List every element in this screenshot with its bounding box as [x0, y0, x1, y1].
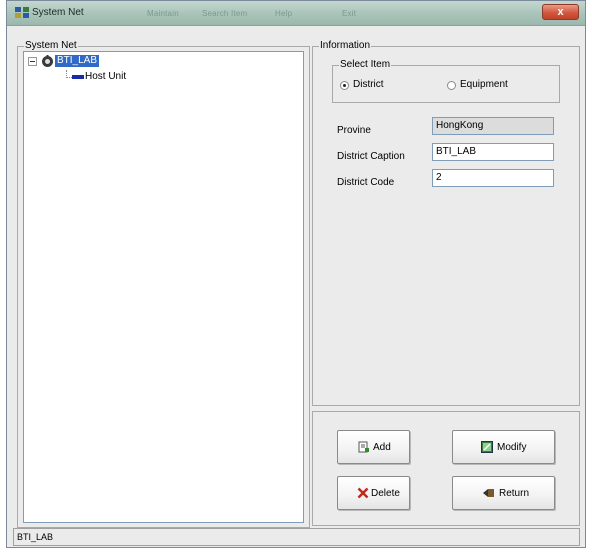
- province-label: Provine: [337, 125, 371, 136]
- tree-node-district[interactable]: BTI_LAB: [55, 55, 100, 67]
- district-caption-label: District Caption: [337, 151, 405, 162]
- tree-collapse-toggle[interactable]: [28, 57, 37, 66]
- window-title: System Net: [32, 7, 84, 18]
- menu-exit[interactable]: Exit: [342, 9, 356, 18]
- close-icon: x: [557, 6, 564, 18]
- district-icon: [42, 55, 53, 67]
- equipment-radio-label[interactable]: Equipment: [460, 79, 508, 90]
- system-net-tree[interactable]: BTI_LAB Host Unit: [23, 51, 304, 523]
- equipment-radio[interactable]: [447, 81, 456, 90]
- delete-button-label: Delete: [371, 488, 400, 499]
- system-net-group-label: System Net: [24, 40, 78, 51]
- select-item-label: Select Item: [339, 59, 392, 70]
- system-net-window: System Net Maintain Search Item Help Exi…: [6, 0, 586, 548]
- network-app-icon: [15, 7, 29, 18]
- district-caption-field[interactable]: BTI_LAB: [432, 143, 554, 161]
- province-field: HongKong: [432, 117, 554, 135]
- district-code-field[interactable]: 2: [432, 169, 554, 187]
- information-group-label: Information: [319, 40, 372, 51]
- menu-search-item[interactable]: Search Item: [202, 9, 247, 18]
- status-text: BTI_LAB: [17, 532, 54, 542]
- return-button[interactable]: Return: [452, 476, 555, 510]
- modify-icon: [481, 441, 493, 453]
- district-radio-label[interactable]: District: [353, 79, 384, 90]
- status-bar: BTI_LAB: [13, 528, 580, 546]
- menu-maintain[interactable]: Maintain: [147, 9, 179, 18]
- return-arrow-icon: [483, 489, 494, 497]
- modify-button[interactable]: Modify: [452, 430, 555, 464]
- host-unit-icon: [72, 75, 84, 79]
- delete-button[interactable]: Delete: [337, 476, 410, 510]
- title-bar[interactable]: System Net Maintain Search Item Help Exi…: [7, 1, 585, 26]
- district-code-label: District Code: [337, 177, 395, 188]
- district-radio[interactable]: [340, 81, 349, 90]
- add-button-label: Add: [373, 442, 391, 453]
- tree-node-host-unit[interactable]: Host Unit: [85, 71, 126, 83]
- add-icon: [358, 441, 369, 453]
- return-button-label: Return: [499, 488, 530, 499]
- menu-help[interactable]: Help: [275, 9, 292, 18]
- modify-button-label: Modify: [497, 442, 527, 453]
- add-button[interactable]: Add: [337, 430, 410, 464]
- delete-icon: [357, 487, 369, 499]
- close-button[interactable]: x: [542, 4, 579, 20]
